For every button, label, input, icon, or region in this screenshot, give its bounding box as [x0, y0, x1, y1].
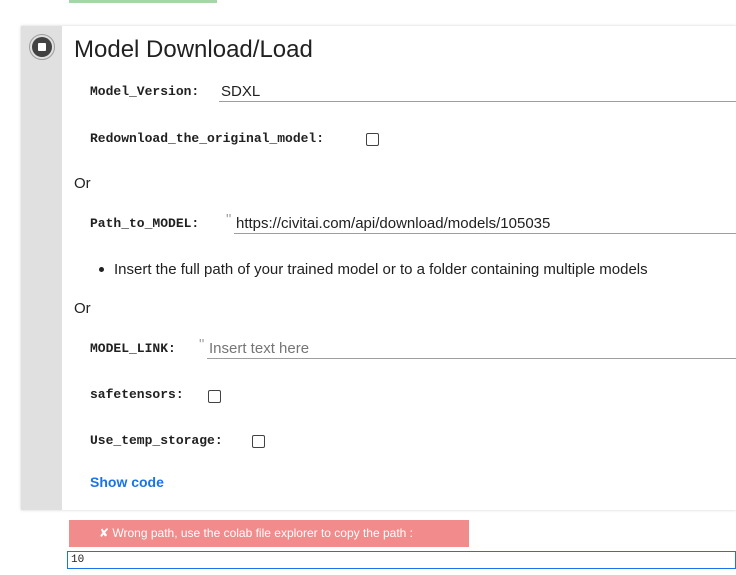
- cell-title: Model Download/Load: [74, 36, 313, 63]
- previous-cell-success-bar: [69, 0, 217, 3]
- model-link-label: MODEL_LINK:: [90, 341, 176, 356]
- stop-icon: [32, 37, 52, 57]
- run-cell-button[interactable]: [29, 34, 55, 60]
- use-temp-storage-checkbox[interactable]: [252, 435, 265, 448]
- path-hint-text: Insert the full path of your trained mod…: [114, 261, 648, 278]
- redownload-label: Redownload_the_original_model:: [90, 131, 325, 146]
- model-version-input[interactable]: [219, 81, 736, 102]
- model-version-label: Model_Version:: [90, 84, 200, 99]
- redownload-checkbox[interactable]: [366, 133, 379, 146]
- model-link-input[interactable]: [207, 338, 736, 359]
- show-code-link[interactable]: Show code: [90, 474, 164, 490]
- use-temp-storage-label: Use_temp_storage:: [90, 433, 223, 448]
- stop-square: [38, 43, 46, 51]
- output-text-input[interactable]: [67, 551, 736, 569]
- string-quote-mark: ": [199, 336, 205, 353]
- path-to-model-input[interactable]: [234, 213, 736, 234]
- list-item: Insert the full path of your trained mod…: [96, 260, 648, 280]
- or-text: Or: [74, 175, 91, 192]
- bullet-icon: [99, 267, 104, 272]
- path-to-model-label: Path_to_MODEL:: [90, 216, 200, 231]
- safetensors-label: safetensors:: [90, 387, 184, 402]
- safetensors-checkbox[interactable]: [208, 390, 221, 403]
- error-message: ✘ Wrong path, use the colab file explore…: [69, 520, 469, 547]
- path-hint-list: Insert the full path of your trained mod…: [96, 260, 648, 280]
- string-quote-mark: ": [226, 211, 232, 228]
- cell-gutter: [21, 26, 62, 510]
- or-text: Or: [74, 300, 91, 317]
